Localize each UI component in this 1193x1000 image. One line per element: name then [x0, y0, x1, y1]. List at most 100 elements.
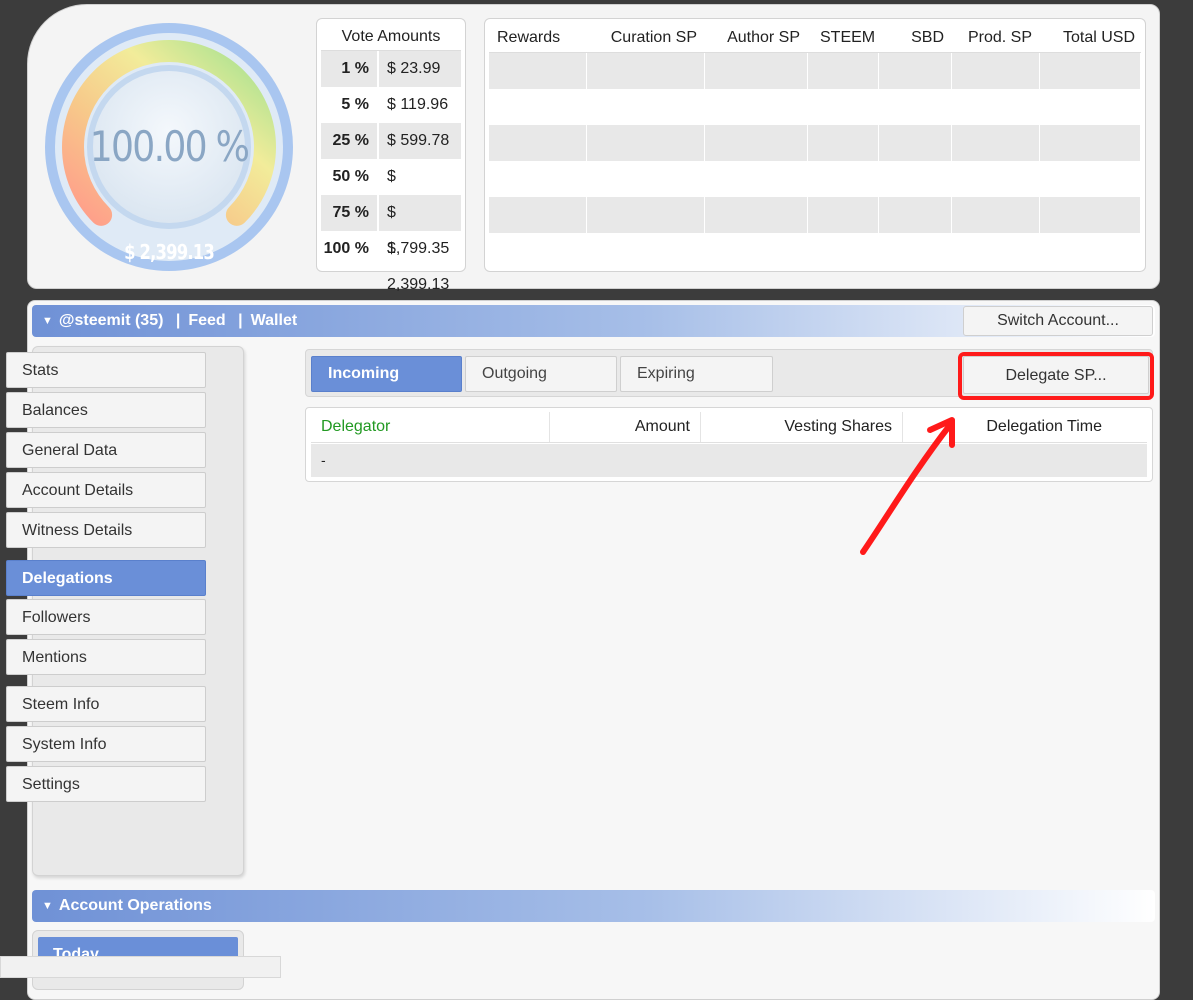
col-total-usd: Total USD: [1062, 29, 1135, 46]
tab-incoming[interactable]: Incoming: [311, 356, 462, 392]
col-delegator: Delegator: [321, 418, 391, 435]
table-cell: [705, 89, 808, 125]
delegations-table: Delegator Amount Vesting Shares Delegati…: [305, 407, 1153, 482]
collapse-triangle-icon[interactable]: ▼: [42, 890, 53, 922]
vote-percent: 50 %: [332, 168, 369, 185]
vote-value: $ 2,399.13: [387, 240, 450, 293]
delegations-header: Delegator Amount Vesting Shares Delegati…: [311, 412, 1147, 443]
table-cell: [587, 125, 705, 161]
table-cell: [952, 233, 1040, 269]
table-cell: [879, 89, 952, 125]
table-cell: [705, 197, 808, 233]
table-row: [489, 89, 1141, 125]
table-cell: [587, 89, 705, 125]
table-cell: [705, 53, 808, 89]
wallet-link[interactable]: Wallet: [251, 312, 298, 329]
vote-value: $ 1,799.35: [379, 195, 461, 257]
sidebar-item-settings[interactable]: Settings: [6, 766, 206, 802]
voting-power-gauge: 100.00 % $ 2,399.13: [44, 22, 294, 272]
sidebar-item-witness-details[interactable]: Witness Details: [6, 512, 206, 548]
table-cell: [808, 161, 879, 197]
vote-value: $ 1,199.57: [387, 168, 449, 221]
delegator-cell: -: [321, 452, 326, 468]
table-row: 25 % $ 599.78: [317, 123, 465, 159]
table-cell: [1040, 125, 1141, 161]
vote-amounts-title: Vote Amounts: [321, 19, 461, 51]
sidebar-item-followers[interactable]: Followers: [6, 599, 206, 635]
sidebar-item-stats[interactable]: Stats: [6, 352, 206, 388]
sidebar-item-delegations[interactable]: Delegations: [6, 560, 206, 596]
col-rewards: Rewards: [497, 29, 561, 46]
vote-value: $ 599.78: [379, 123, 461, 159]
sidebar-item-mentions[interactable]: Mentions: [6, 639, 206, 675]
table-cell: [879, 125, 952, 161]
table-row: -: [311, 444, 1147, 477]
table-cell: [1040, 89, 1141, 125]
table-row: 1 % $ 23.99: [317, 51, 465, 87]
tab-outgoing[interactable]: Outgoing: [465, 356, 617, 392]
table-cell: [587, 233, 705, 269]
rewards-table: Rewards Curation SP Author SP STEEM SBD …: [484, 18, 1146, 272]
vote-value: $ 23.99: [379, 51, 461, 87]
account-name-link[interactable]: @steemit (35): [59, 312, 164, 329]
separator: |: [175, 312, 181, 329]
col-vesting-shares: Vesting Shares: [784, 418, 892, 435]
table-cell: [587, 53, 705, 89]
table-cell: [808, 197, 879, 233]
rewards-header: Rewards Curation SP Author SP STEEM SBD …: [489, 19, 1141, 53]
operations-title[interactable]: Account Operations: [59, 897, 212, 914]
sidebar-item-system-info[interactable]: System Info: [6, 726, 206, 762]
col-prod-sp: Prod. SP: [967, 29, 1032, 46]
vote-value: $ 119.96: [387, 96, 449, 113]
vote-amounts-table: Vote Amounts 1 % $ 23.99 5 % $ 119.96 25…: [316, 18, 466, 293]
col-author-sp: Author SP: [727, 29, 800, 46]
feed-link[interactable]: Feed: [188, 312, 225, 329]
table-cell: [808, 53, 879, 89]
table-cell: [587, 197, 705, 233]
vote-percent: 1 %: [321, 51, 377, 87]
sidebar-item-balances[interactable]: Balances: [6, 392, 206, 428]
table-cell: [1040, 53, 1141, 89]
table-cell: [952, 125, 1040, 161]
voting-power-percent: 100.00 %: [89, 122, 250, 171]
table-cell: [489, 161, 587, 197]
col-amount: Amount: [634, 418, 690, 435]
collapse-triangle-icon[interactable]: ▼: [42, 305, 53, 337]
sidebar-item-steem-info[interactable]: Steem Info: [6, 686, 206, 722]
table-cell: [705, 125, 808, 161]
bottom-status-strip: [0, 956, 281, 978]
table-cell: [489, 125, 587, 161]
table-row: [489, 53, 1141, 89]
table-cell: [705, 161, 808, 197]
table-cell: [952, 161, 1040, 197]
table-cell: [1040, 233, 1141, 269]
sidebar-item-account-details[interactable]: Account Details: [6, 472, 206, 508]
table-row: 5 % $ 119.96: [317, 87, 465, 123]
table-cell: [952, 89, 1040, 125]
switch-account-button[interactable]: Switch Account...: [963, 306, 1153, 336]
vote-percent: 25 %: [321, 123, 377, 159]
operations-header-bar: ▼ Account Operations: [32, 890, 1155, 922]
table-cell: [705, 233, 808, 269]
annotation-highlight: [958, 352, 1154, 400]
table-cell: [879, 161, 952, 197]
table-cell: [489, 233, 587, 269]
table-cell: [489, 53, 587, 89]
table-cell: [879, 197, 952, 233]
separator: |: [238, 312, 243, 329]
table-row: [489, 125, 1141, 161]
tab-expiring[interactable]: Expiring: [620, 356, 773, 392]
table-cell: [952, 53, 1040, 89]
table-cell: [1040, 161, 1141, 197]
sidebar-item-general-data[interactable]: General Data: [6, 432, 206, 468]
vote-value-usd: $ 2,399.13: [124, 240, 215, 264]
table-cell: [879, 53, 952, 89]
table-cell: [808, 89, 879, 125]
vote-percent: 5 %: [341, 96, 369, 113]
table-cell: [489, 197, 587, 233]
table-cell: [587, 161, 705, 197]
table-row: [489, 197, 1141, 233]
table-row: [489, 161, 1141, 197]
table-row: 75 % $ 1,799.35: [317, 195, 465, 257]
rewards-body: [485, 53, 1145, 269]
